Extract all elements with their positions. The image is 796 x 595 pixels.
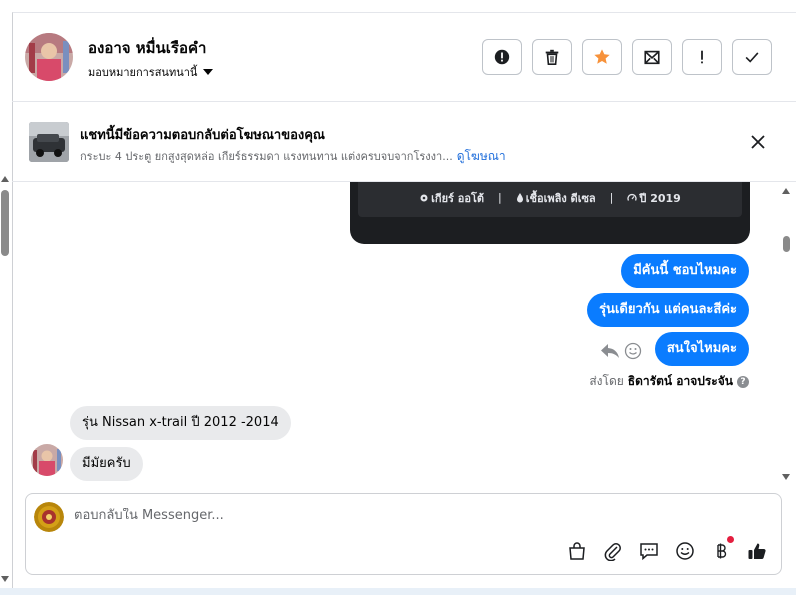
banner-subtitle: กระบะ 4 ประตู ยกสูงสุดหล่อ เกียร์ธรรมดา …	[80, 147, 506, 166]
header-actions	[482, 39, 772, 75]
saved-reply-icon	[640, 543, 658, 561]
scroll-down-arrow[interactable]	[782, 474, 790, 480]
baht-payment-icon	[717, 543, 727, 559]
envelope-icon	[644, 50, 660, 65]
attach-button[interactable]	[602, 540, 624, 562]
contact-name: องอาจ หมื่นเรือคำ	[88, 39, 207, 57]
sender-name: ธิดารัตน์ อาจประจัน	[627, 374, 733, 388]
message-thread: เกียร์ ออโต้ | เชื้อเพลิง ดีเซล | ปี 201…	[12, 182, 784, 486]
gear-icon	[420, 194, 428, 201]
checkmark-icon	[745, 52, 759, 63]
reply-input[interactable]	[74, 508, 674, 523]
mark-important-button[interactable]	[682, 39, 722, 75]
fuel-spec: เชื้อเพลิง ดีเซล	[516, 189, 596, 207]
view-ad-link[interactable]: ดูโฆษณา	[457, 149, 506, 163]
chevron-down-icon	[203, 69, 214, 75]
fuel-drop-icon	[516, 192, 523, 202]
star-icon	[594, 49, 610, 64]
paperclip-icon	[604, 543, 621, 561]
emoji-icon	[676, 542, 694, 560]
outgoing-message[interactable]: รุ่นเดียวกัน แต่คนละสีค่ะ	[587, 293, 749, 327]
ad-preview-card[interactable]: เกียร์ ออโต้ | เชื้อเพลิง ดีเซล | ปี 201…	[350, 182, 750, 244]
assign-conversation-dropdown[interactable]: มอบหมายการสนทนานี้	[88, 63, 214, 81]
contact-avatar-small[interactable]	[31, 444, 63, 476]
shop-button[interactable]	[566, 540, 588, 562]
outgoing-message[interactable]: สนใจไหมคะ	[654, 332, 749, 366]
follow-up-button[interactable]	[582, 39, 622, 75]
exclamation-icon	[701, 50, 703, 64]
outgoing-message[interactable]: มีคันนี้ ชอบไหมคะ	[621, 254, 749, 288]
page-scrollbar[interactable]	[0, 172, 10, 588]
scroll-thumb[interactable]	[783, 236, 790, 252]
saved-reply-button[interactable]	[638, 540, 660, 562]
incoming-message[interactable]: รุ่น Nissan x-trail ปี 2012 -2014	[70, 406, 291, 440]
year-spec: ปี 2019	[627, 189, 681, 207]
scroll-thumb[interactable]	[1, 190, 9, 256]
ad-thumbnail[interactable]	[29, 122, 69, 162]
emoji-button[interactable]	[674, 540, 696, 562]
ad-reply-banner: แชทนี้มีข้อความตอบกลับต่อโฆษณาของคุณ กระ…	[12, 102, 796, 182]
close-icon	[751, 135, 765, 149]
mark-unread-button[interactable]	[632, 39, 672, 75]
mark-done-button[interactable]	[732, 39, 772, 75]
help-icon[interactable]: ?	[737, 375, 749, 388]
reply-composer	[25, 493, 782, 575]
divider: |	[609, 191, 614, 204]
scroll-up-arrow[interactable]	[782, 188, 790, 194]
incoming-message[interactable]: มีมัยครับ	[70, 447, 143, 481]
banner-title: แชทนี้มีข้อความตอบกลับต่อโฆษณาของคุณ	[80, 128, 325, 143]
vehicle-specs: เกียร์ ออโต้ | เชื้อเพลิง ดีเซล | ปี 201…	[358, 182, 742, 217]
delete-button[interactable]	[532, 39, 572, 75]
trash-icon	[545, 49, 559, 66]
close-banner-button[interactable]	[748, 132, 768, 152]
window-bottom-edge	[0, 588, 796, 595]
divider: |	[498, 191, 502, 204]
sent-by-prefix: ส่งโดย	[589, 374, 624, 388]
contact-avatar[interactable]	[25, 33, 73, 81]
ad-description: กระบะ 4 ประตู ยกสูงสุดหล่อ เกียร์ธรรมดา …	[80, 150, 453, 163]
scroll-down-arrow[interactable]	[1, 576, 9, 582]
emoji-react-icon[interactable]	[624, 342, 642, 360]
message-hover-actions	[600, 342, 642, 360]
transmission-spec: เกียร์ ออโต้	[419, 189, 484, 207]
assign-label: มอบหมายการสนทนานี้	[88, 66, 198, 79]
payment-button[interactable]	[710, 536, 734, 562]
scroll-up-arrow[interactable]	[1, 176, 9, 182]
like-icon	[748, 543, 766, 560]
alert-circle-icon	[494, 49, 510, 65]
composer-tools	[566, 536, 768, 562]
shopping-bag-icon	[569, 542, 585, 560]
mark-spam-button[interactable]	[482, 39, 522, 75]
notification-dot	[727, 536, 734, 543]
conversation-header: องอาจ หมื่นเรือคำ มอบหมายการสนทนานี้	[12, 12, 796, 102]
page-avatar	[34, 502, 64, 532]
sent-by-label: ส่งโดย ธิดารัตน์ อาจประจัน ?	[589, 372, 749, 391]
like-button[interactable]	[746, 540, 768, 562]
gauge-icon	[627, 193, 638, 201]
reply-icon[interactable]	[600, 343, 620, 359]
chat-scrollbar[interactable]	[780, 188, 794, 484]
